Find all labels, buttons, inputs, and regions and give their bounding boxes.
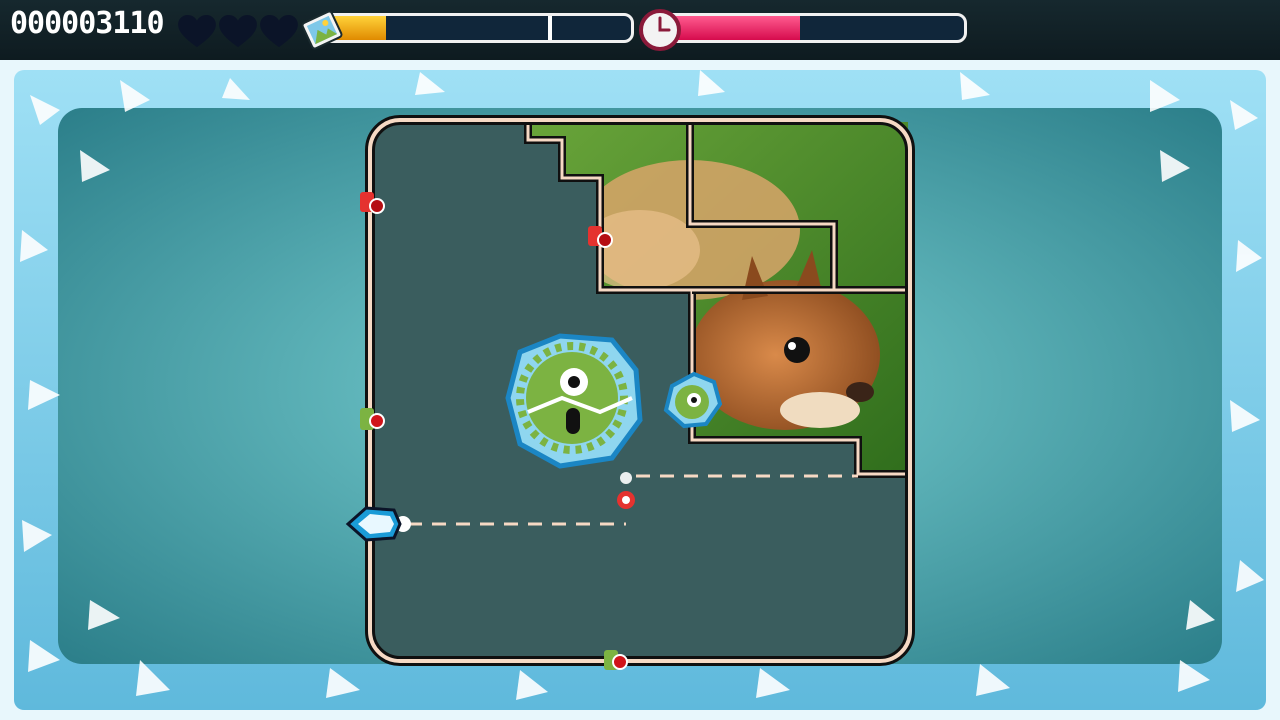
reveal-goal-marker xyxy=(548,16,553,40)
score-counter: 000003110 xyxy=(10,6,165,41)
game-arena xyxy=(0,60,1280,720)
heart-icon xyxy=(178,15,216,48)
clock-icon xyxy=(639,9,681,51)
picture-icon xyxy=(301,10,343,50)
heart-icon xyxy=(260,15,298,48)
large-green-spiky-monster-in-ice xyxy=(505,333,643,469)
reveal-progress-bar xyxy=(322,13,634,43)
heart-icon xyxy=(219,15,257,48)
time-fill xyxy=(665,16,800,40)
hud-bar: 000003110 xyxy=(0,0,1280,60)
time-bar xyxy=(662,13,967,43)
play-scene xyxy=(0,60,1280,720)
